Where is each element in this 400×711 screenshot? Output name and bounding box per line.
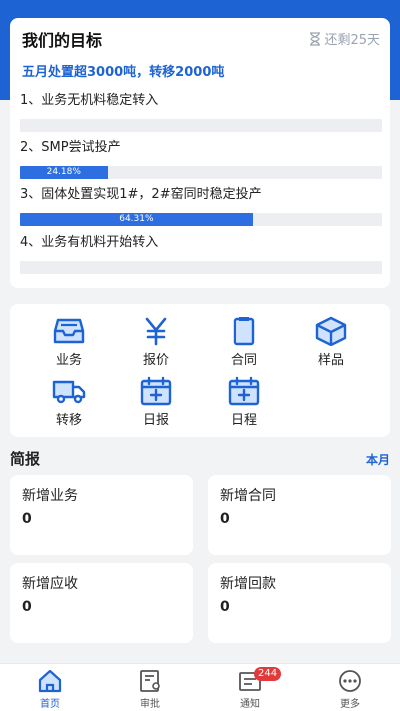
stat-card-new-business[interactable]: 新增业务 0 bbox=[10, 475, 193, 555]
stat-label: 新增应收 bbox=[22, 576, 78, 592]
tab-label: 更多 bbox=[340, 699, 360, 710]
tab-notifications[interactable]: 244 通知 bbox=[220, 667, 282, 710]
bottom-tab-bar: 首页 审批 244 通知 更多 bbox=[0, 663, 400, 711]
truck-icon bbox=[52, 380, 86, 404]
stat-label: 新增回款 bbox=[220, 576, 276, 592]
days-left-text: 还剩25天 bbox=[324, 33, 380, 48]
goal-item-label: 2、SMP尝试投产 bbox=[20, 140, 121, 155]
goal-item: 2、SMP尝试投产 24.18% bbox=[20, 139, 382, 179]
tab-more[interactable]: 更多 bbox=[320, 669, 380, 710]
goal-progress-bar bbox=[20, 261, 382, 274]
yen-icon bbox=[145, 317, 167, 346]
menu-label: 日程 bbox=[230, 413, 257, 428]
home-icon bbox=[38, 669, 62, 693]
menu-item-sample[interactable]: 样品 bbox=[301, 316, 361, 368]
menu-item-quote[interactable]: 报价 bbox=[126, 316, 186, 368]
goal-progress-text: 64.31% bbox=[119, 214, 154, 224]
goal-item: 3、固体处置实现1#，2#窑同时稳定投产 64.31% bbox=[20, 186, 382, 226]
inbox-icon bbox=[53, 318, 85, 344]
menu-label: 样品 bbox=[317, 353, 344, 368]
notification-badge: 244 bbox=[254, 667, 282, 681]
goal-title: 我们的目标 bbox=[22, 31, 103, 50]
goal-subtitle: 五月处置超3000吨，转移2000吨 bbox=[22, 65, 225, 80]
tab-home[interactable]: 首页 bbox=[20, 669, 80, 710]
goal-card: 我们的目标 还剩25天 五月处置超3000吨，转移2000吨 1、业务无机料稳定… bbox=[10, 18, 390, 288]
goal-item-label: 4、业务有机料开始转入 bbox=[20, 235, 159, 250]
goal-item-label: 3、固体处置实现1#，2#窑同时稳定投产 bbox=[20, 187, 262, 202]
menu-label: 转移 bbox=[55, 413, 82, 428]
calendar-plus-icon bbox=[140, 376, 172, 406]
menu-item-contract[interactable]: 合同 bbox=[214, 316, 274, 368]
stat-value: 0 bbox=[220, 511, 230, 527]
goal-item: 1、业务无机料稳定转入 bbox=[20, 92, 382, 132]
menu-label: 业务 bbox=[55, 353, 82, 368]
more-icon bbox=[339, 670, 361, 692]
days-left: 还剩25天 bbox=[309, 29, 380, 48]
goal-progress-text: 24.18% bbox=[46, 167, 81, 177]
cube-icon bbox=[315, 316, 347, 346]
menu-label: 报价 bbox=[142, 353, 169, 368]
period-link-this-month[interactable]: 本月 bbox=[366, 451, 390, 468]
tab-label: 审批 bbox=[140, 699, 160, 710]
tab-label: 通知 bbox=[240, 699, 260, 710]
goal-progress-bar bbox=[20, 119, 382, 132]
stat-label: 新增合同 bbox=[220, 488, 276, 504]
approval-icon bbox=[140, 670, 160, 692]
goal-item: 4、业务有机料开始转入 bbox=[20, 234, 382, 274]
menu-item-business[interactable]: 业务 bbox=[39, 316, 99, 368]
stat-label: 新增业务 bbox=[22, 488, 78, 504]
stat-value: 0 bbox=[22, 511, 32, 527]
menu-item-transfer[interactable]: 转移 bbox=[39, 376, 99, 428]
hourglass-icon bbox=[310, 31, 321, 46]
stat-card-new-receivable[interactable]: 新增应收 0 bbox=[10, 563, 193, 643]
stat-value: 0 bbox=[22, 599, 32, 615]
menu-label: 日报 bbox=[142, 413, 169, 428]
stat-card-new-contract[interactable]: 新增合同 0 bbox=[208, 475, 391, 555]
stat-value: 0 bbox=[220, 599, 230, 615]
menu-item-schedule[interactable]: 日程 bbox=[214, 376, 274, 428]
goal-progress-bar: 24.18% bbox=[20, 166, 382, 179]
menu-item-daily-report[interactable]: 日报 bbox=[126, 376, 186, 428]
calendar-plus-icon bbox=[228, 376, 260, 406]
quick-menu: 业务 报价 合同 样品 转移 日报 日程 bbox=[10, 304, 390, 437]
goal-progress-bar: 64.31% bbox=[20, 213, 382, 226]
stat-card-new-payment[interactable]: 新增回款 0 bbox=[208, 563, 391, 643]
goal-item-label: 1、业务无机料稳定转入 bbox=[20, 93, 159, 108]
clipboard-icon bbox=[233, 317, 255, 346]
menu-label: 合同 bbox=[230, 353, 257, 368]
briefing-title: 简报 bbox=[10, 450, 41, 468]
tab-label: 首页 bbox=[40, 699, 60, 710]
tab-approval[interactable]: 审批 bbox=[120, 669, 180, 710]
